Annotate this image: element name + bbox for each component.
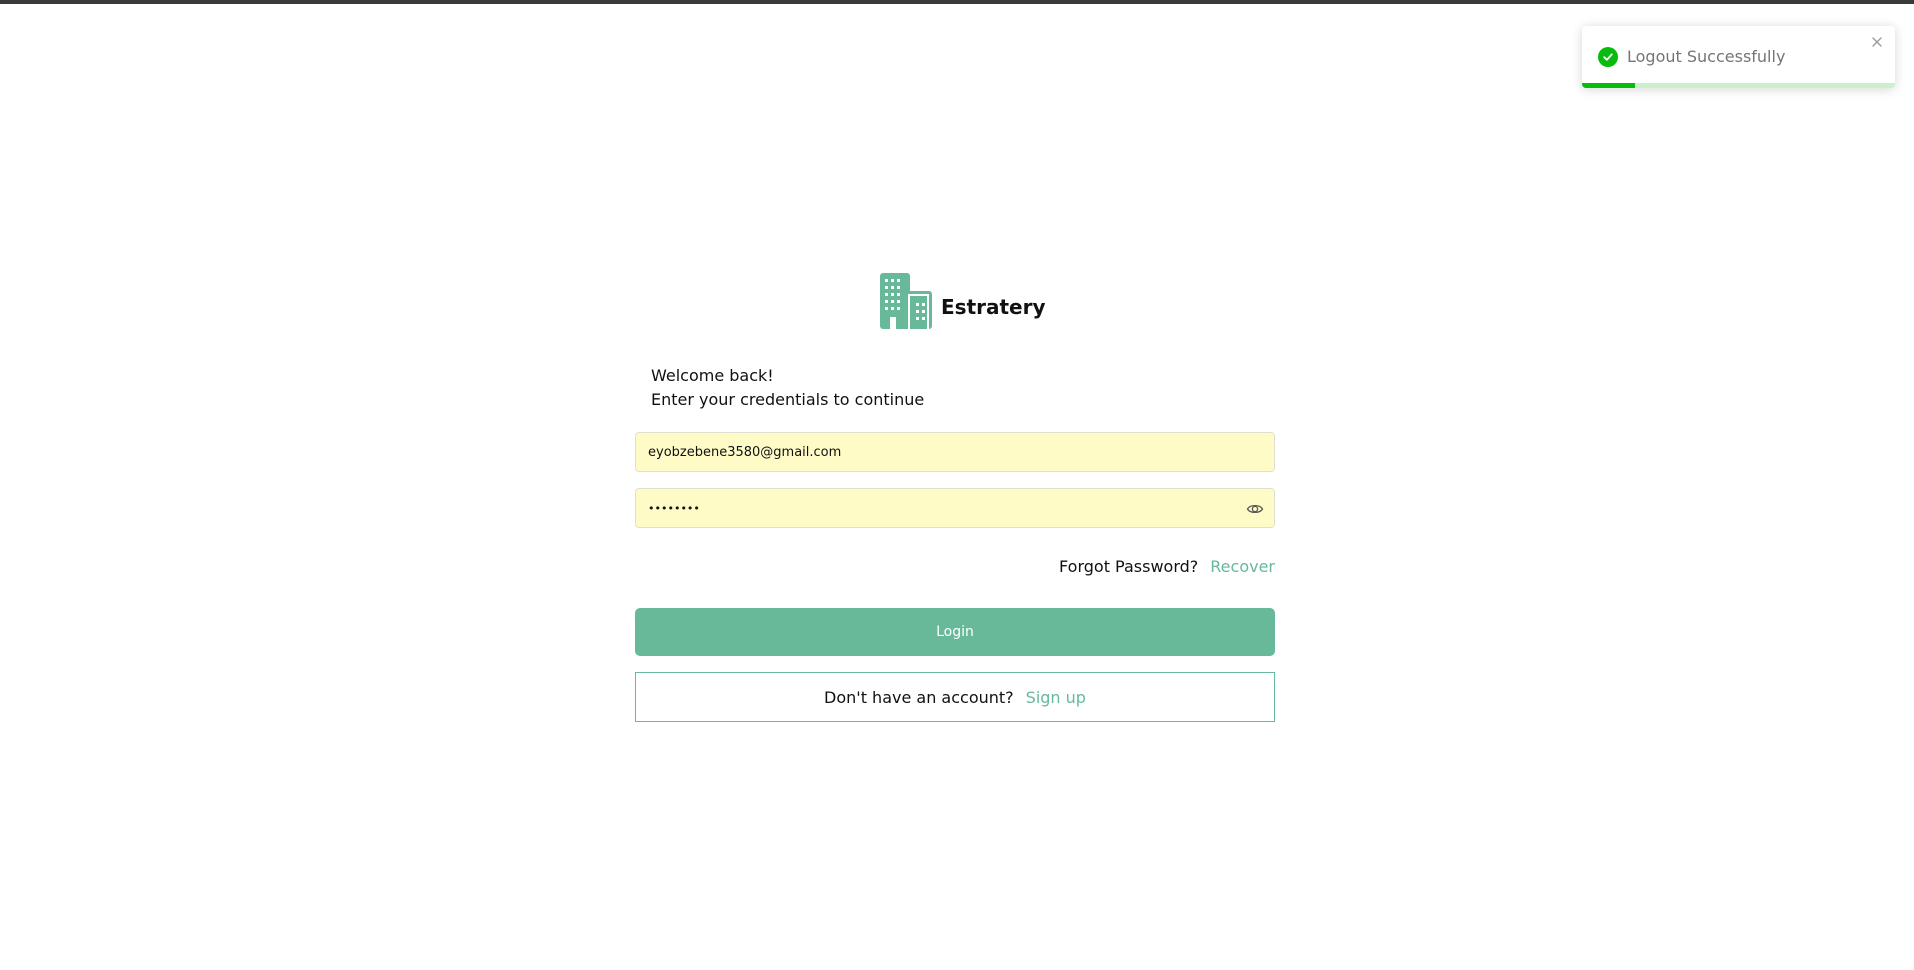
forgot-password-row: Forgot Password? Recover: [1059, 556, 1275, 578]
welcome-subheading: Enter your credentials to continue: [651, 390, 925, 409]
email-field[interactable]: [648, 433, 1248, 471]
toast-message: Logout Successfully: [1627, 47, 1786, 66]
recover-link[interactable]: Recover: [1210, 556, 1275, 578]
brand: Estratery: [879, 273, 1046, 329]
email-field-wrapper: [635, 432, 1275, 472]
password-field[interactable]: [648, 489, 1248, 527]
login-button[interactable]: Login: [635, 608, 1275, 656]
welcome-heading: Welcome back!: [651, 366, 774, 385]
logout-toast: Logout Successfully: [1582, 26, 1895, 88]
check-circle-icon: [1598, 47, 1618, 67]
signup-prompt: Don't have an account?: [824, 687, 1014, 707]
toast-progress-bar: [1582, 83, 1636, 88]
brand-name: Estratery: [941, 295, 1046, 319]
welcome-text: Welcome back! Enter your credentials to …: [651, 364, 924, 412]
toast-progress-track: [1582, 83, 1895, 88]
password-field-wrapper: [635, 488, 1275, 528]
signup-box: Don't have an account? Sign up: [635, 672, 1275, 722]
forgot-password-label: Forgot Password?: [1059, 557, 1199, 576]
buildings-icon: [880, 273, 932, 329]
browser-top-strip: [0, 0, 1914, 4]
eye-icon[interactable]: [1246, 500, 1264, 518]
signup-link[interactable]: Sign up: [1026, 688, 1086, 707]
close-icon[interactable]: [1867, 32, 1887, 52]
